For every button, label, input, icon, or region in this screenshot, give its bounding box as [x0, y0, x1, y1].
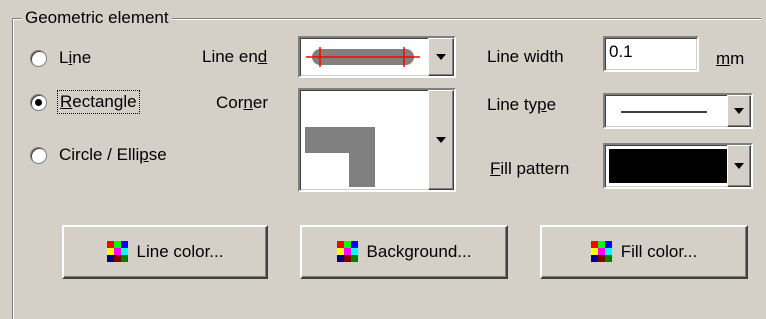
- fill-pattern-select[interactable]: [603, 143, 753, 189]
- line-width-input[interactable]: 0.1: [603, 36, 699, 72]
- line-type-select[interactable]: [603, 93, 753, 129]
- chevron-down-icon: [436, 137, 446, 143]
- chevron-down-icon: [734, 163, 744, 169]
- radio-line-label: Line: [59, 48, 92, 67]
- line-color-button[interactable]: Line color...: [62, 225, 268, 279]
- color-palette-icon: [336, 241, 358, 262]
- line-color-button-label: Line color...: [136, 242, 224, 261]
- group-title: Geometric element: [22, 8, 172, 28]
- corner-select[interactable]: [298, 88, 456, 192]
- corner-dropdown-button[interactable]: [428, 90, 454, 190]
- background-button-label: Background...: [366, 242, 472, 261]
- fill-pattern-label: Fill pattern: [490, 159, 570, 178]
- fill-pattern-swatch: [609, 149, 727, 183]
- line-width-value[interactable]: 0.1: [609, 41, 633, 63]
- radio-circle[interactable]: [30, 49, 47, 67]
- line-end-dropdown-button[interactable]: [428, 38, 454, 76]
- radio-circle[interactable]: [30, 93, 47, 111]
- radio-circle[interactable]: [30, 146, 47, 164]
- line-type-dropdown-button[interactable]: [727, 95, 751, 127]
- line-end-preview: [306, 47, 420, 67]
- background-button[interactable]: Background...: [300, 225, 508, 279]
- radio-rectangle-label: Rectangle: [57, 90, 140, 114]
- color-palette-icon: [106, 241, 128, 262]
- fill-pattern-dropdown-button[interactable]: [727, 145, 751, 187]
- line-width-label: Line width: [487, 47, 564, 66]
- corner-preview: [305, 127, 375, 187]
- radio-rectangle[interactable]: Rectangle: [30, 90, 140, 114]
- fill-color-button-label: Fill color...: [620, 242, 698, 261]
- line-end-select[interactable]: [298, 36, 456, 78]
- color-palette-icon: [590, 241, 612, 262]
- radio-circle-label: Circle / Ellipse: [59, 145, 167, 164]
- radio-line[interactable]: Line: [30, 48, 91, 68]
- line-width-unit: mm: [716, 49, 745, 68]
- chevron-down-icon: [436, 54, 446, 60]
- line-type-preview: [621, 111, 707, 113]
- chevron-down-icon: [734, 108, 744, 114]
- line-type-label: Line type: [487, 95, 557, 114]
- line-end-label: Line end: [202, 47, 268, 66]
- corner-label: Corner: [216, 93, 268, 112]
- radio-selected-dot: [35, 98, 42, 106]
- radio-circle-ellipse[interactable]: Circle / Ellipse: [30, 145, 167, 165]
- fill-color-button[interactable]: Fill color...: [540, 225, 748, 279]
